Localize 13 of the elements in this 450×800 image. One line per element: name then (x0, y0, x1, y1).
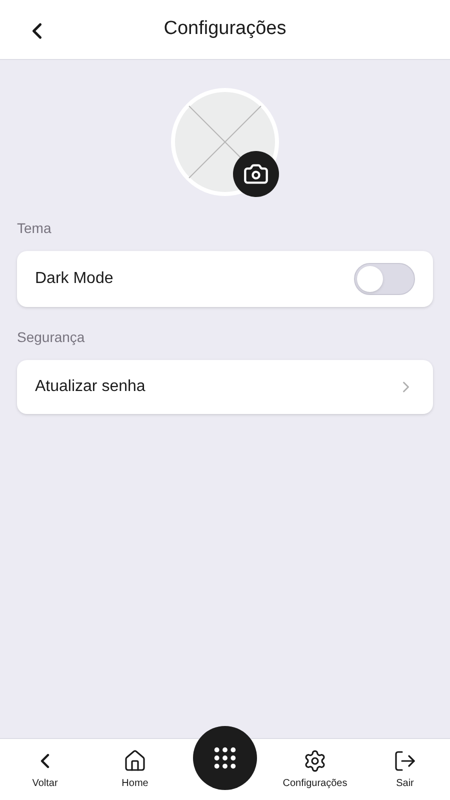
page-title: Configurações (164, 17, 286, 42)
logout-icon (393, 748, 417, 772)
settings-row[interactable]: Atualizar senha (17, 360, 433, 414)
section-title: Tema (17, 219, 52, 238)
row-label: Dark Mode (35, 269, 114, 289)
section-title: Segurança (17, 328, 86, 347)
nav-item[interactable]: Voltar (0, 739, 90, 800)
settings-icon (303, 748, 327, 772)
dark-mode-switch[interactable] (354, 263, 415, 295)
nav-item[interactable]: Configurações (270, 739, 360, 800)
nav-item[interactable]: Sair (360, 739, 450, 800)
home-icon (123, 748, 147, 772)
nav-item[interactable]: Home (90, 739, 180, 800)
